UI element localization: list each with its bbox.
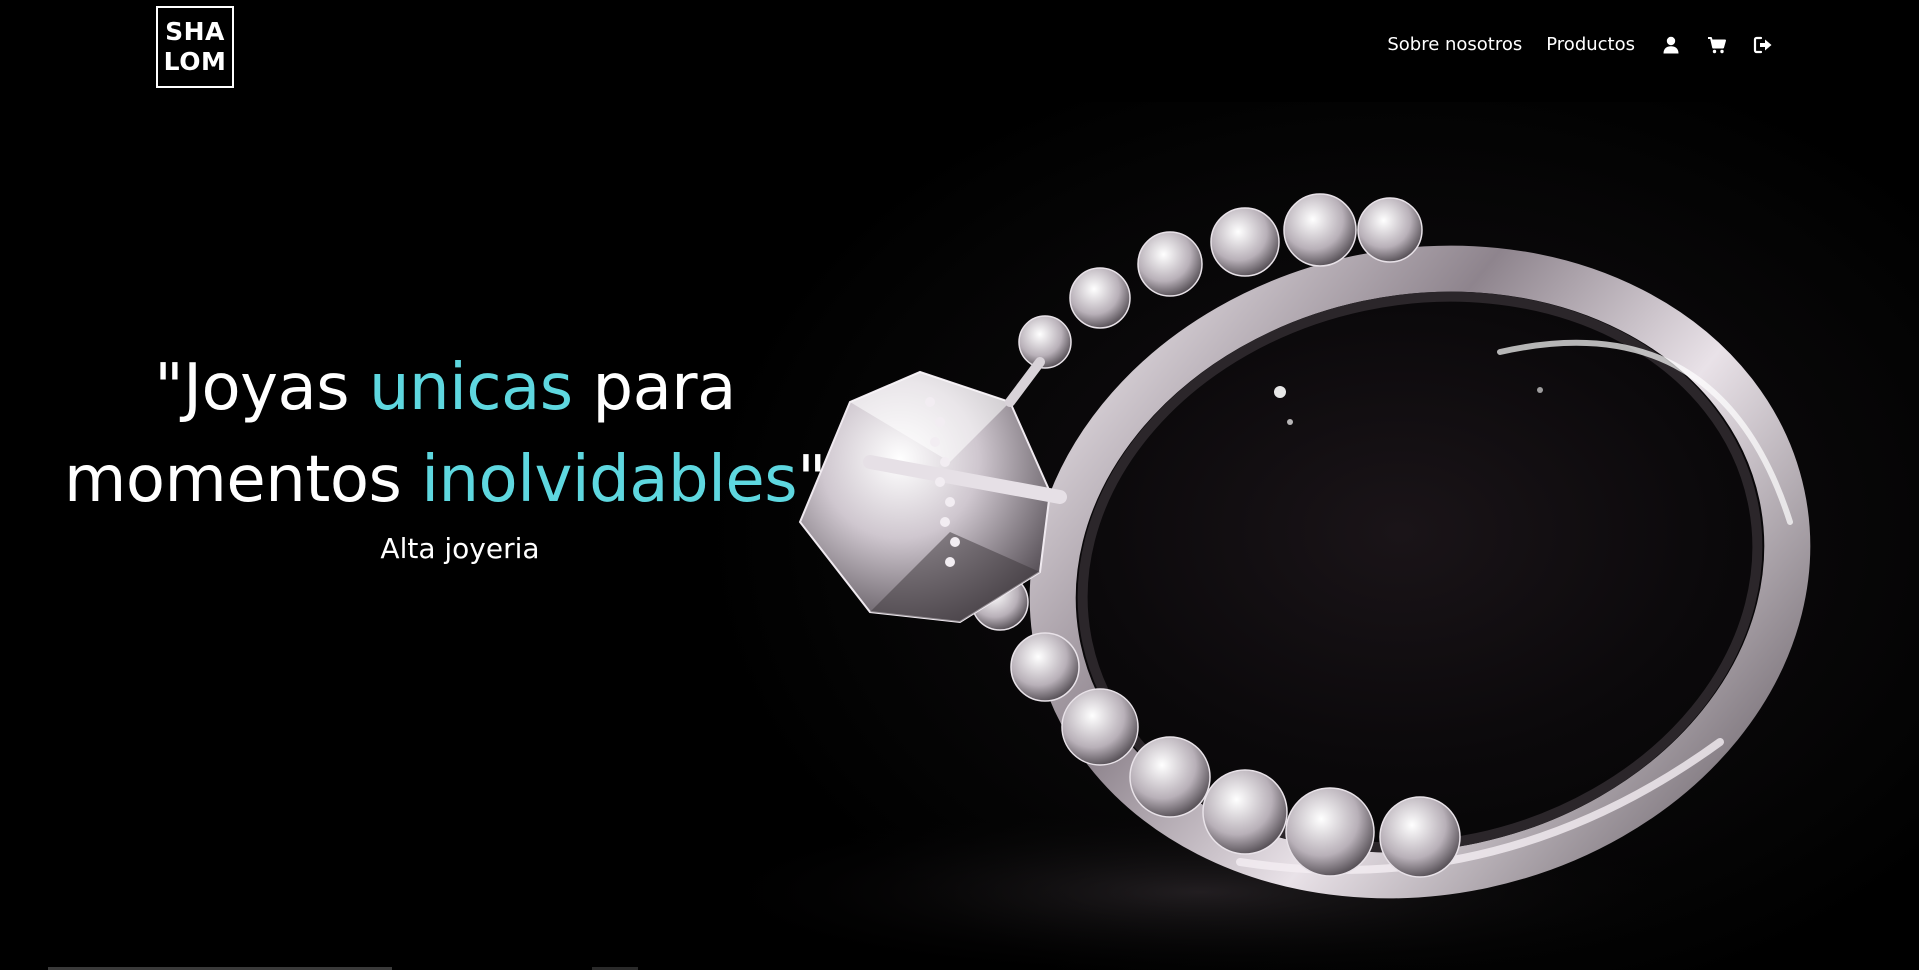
headline-accent-1: unicas [368, 351, 573, 425]
logo-line-2: LOM [163, 47, 227, 76]
brand-logo[interactable]: SHA LOM [156, 6, 234, 88]
headline-part-2: para [572, 351, 736, 425]
nav-link-about[interactable]: Sobre nosotros [1387, 34, 1522, 55]
logo-line-1: SHA [165, 17, 225, 46]
navbar: SHA LOM Sobre nosotros Productos [0, 0, 1919, 102]
hero-headline: "Joyas unicas para momentos inolvidables… [60, 342, 830, 526]
hero-banner: "Joyas unicas para momentos inolvidables… [0, 102, 1919, 970]
nav-link-products[interactable]: Productos [1546, 34, 1635, 55]
headline-part-1: "Joyas [154, 351, 369, 425]
logout-icon[interactable] [1753, 35, 1773, 55]
nav-links: Sobre nosotros Productos [1363, 34, 1773, 55]
cart-icon[interactable] [1707, 35, 1727, 55]
user-icon[interactable] [1661, 35, 1681, 55]
page: SHA LOM Sobre nosotros Productos "Joyas … [0, 0, 1919, 970]
hero-text: "Joyas unicas para momentos inolvidables… [60, 342, 830, 565]
headline-part-3: momentos [63, 443, 422, 517]
headline-part-4: " [797, 443, 827, 517]
hero-subtitle: Alta joyeria [380, 532, 540, 565]
headline-accent-2: inolvidables [421, 443, 798, 517]
